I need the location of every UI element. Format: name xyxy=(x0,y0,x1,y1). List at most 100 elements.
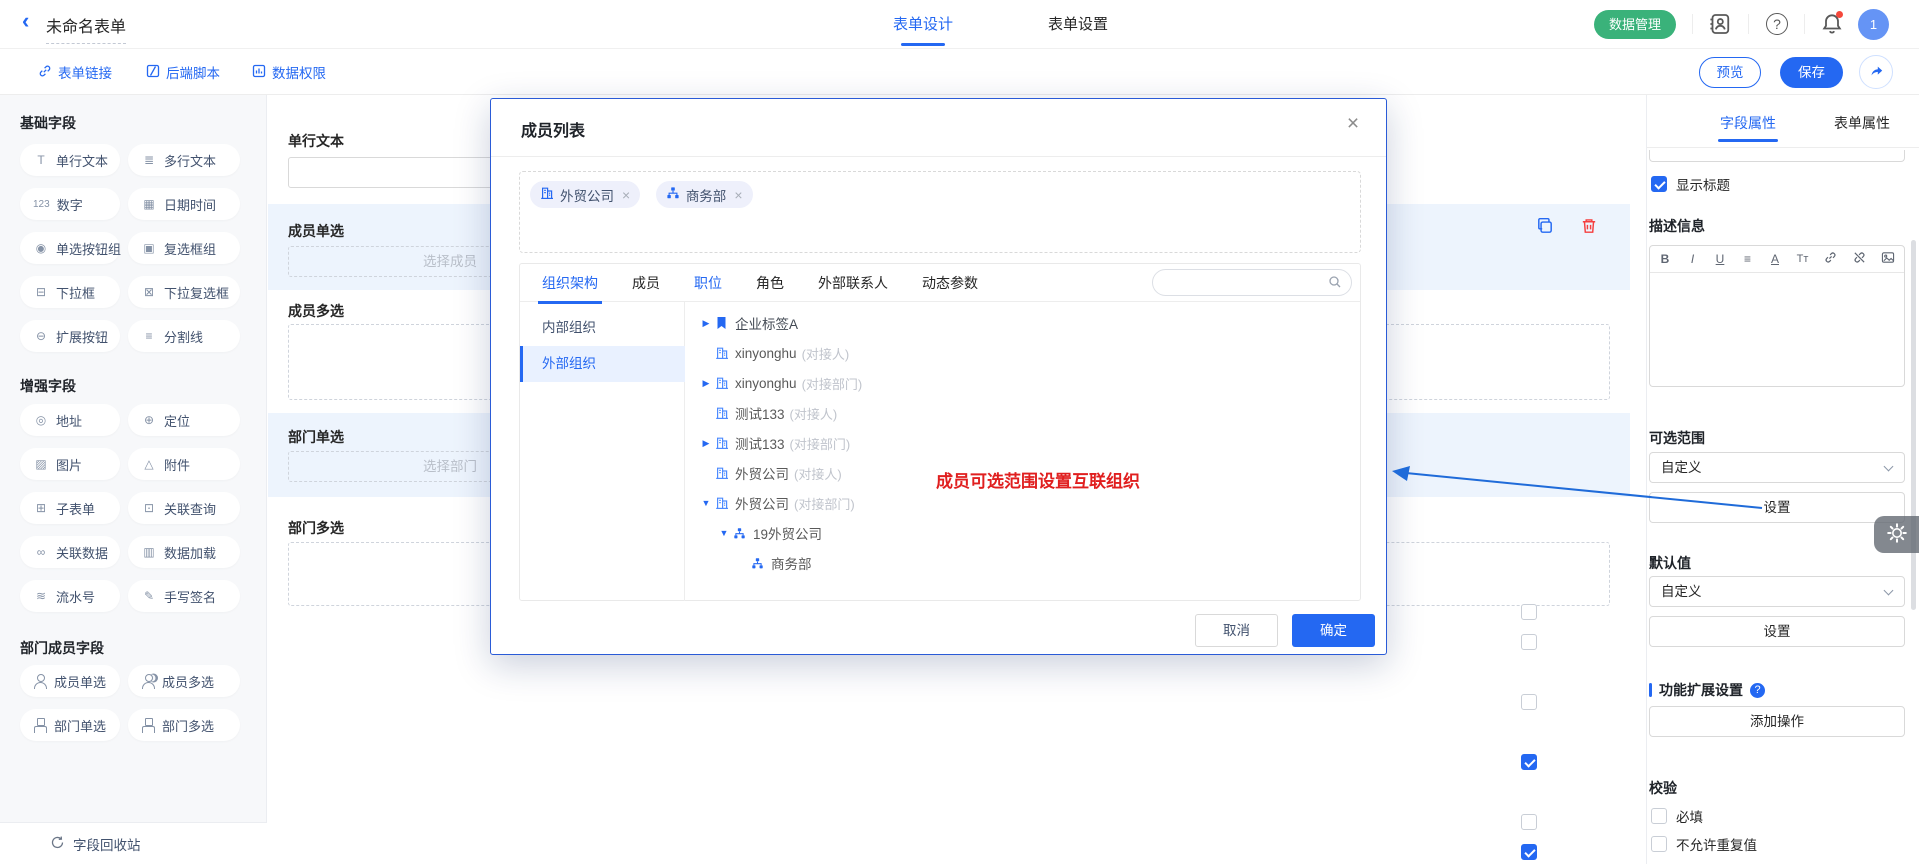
tree-row[interactable]: ▶ 企业标签A xyxy=(685,308,1360,338)
field-item-checkbox-group[interactable]: ▣复选框组 xyxy=(128,232,240,264)
tab-members[interactable]: 成员 xyxy=(632,273,660,293)
back-button[interactable] xyxy=(22,12,40,36)
data-manage-button[interactable]: 数据管理 xyxy=(1594,10,1676,39)
expand-icon[interactable]: ▶ xyxy=(699,438,713,449)
backend-script-button[interactable]: 后端脚本 xyxy=(146,62,220,82)
insert-link-icon[interactable] xyxy=(1824,251,1837,267)
help-icon[interactable] xyxy=(1750,683,1765,698)
field-item-attachment[interactable]: △附件 xyxy=(128,448,240,480)
font-color-icon[interactable]: A xyxy=(1769,252,1781,266)
field-item-dropdown[interactable]: ⊟下拉框 xyxy=(20,276,120,308)
field-item-number[interactable]: 123数字 xyxy=(20,188,120,220)
org-type-external[interactable]: 外部组织 xyxy=(520,346,685,382)
tab-form-design[interactable]: 表单设计 xyxy=(893,13,953,34)
field-item-single-line-text[interactable]: T单行文本 xyxy=(20,144,120,176)
tab-form-settings[interactable]: 表单设置 xyxy=(1048,13,1108,34)
underline-icon[interactable]: U xyxy=(1714,252,1726,266)
range-select[interactable]: 自定义 xyxy=(1649,452,1905,483)
contacts-icon[interactable] xyxy=(1708,12,1732,36)
field-item-extend-button[interactable]: ⊖扩展按钮 xyxy=(20,320,120,352)
insert-image-icon[interactable] xyxy=(1881,251,1895,267)
form-title[interactable]: 未命名表单 xyxy=(46,13,126,44)
field-item-member-multi[interactable]: 成员多选 xyxy=(128,665,240,697)
default-select[interactable]: 自定义 xyxy=(1649,576,1905,607)
tree-checkbox[interactable] xyxy=(1521,844,1537,860)
tab-org-structure[interactable]: 组织架构 xyxy=(542,273,598,293)
tab-position[interactable]: 职位 xyxy=(694,273,722,293)
required-row[interactable]: 必填 xyxy=(1651,806,1703,826)
field-item-member-single[interactable]: 成员单选 xyxy=(20,665,120,697)
cancel-button[interactable]: 取消 xyxy=(1195,614,1278,647)
field-item-relation-query[interactable]: ⊡关联查询 xyxy=(128,492,240,524)
theme-settings-button[interactable] xyxy=(1874,516,1919,553)
field-item-multi-line-text[interactable]: ≣多行文本 xyxy=(128,144,240,176)
field-item-image[interactable]: ▨图片 xyxy=(20,448,120,480)
tab-external-contacts[interactable]: 外部联系人 xyxy=(818,273,888,293)
help-icon[interactable] xyxy=(1766,13,1790,37)
tree-checkbox[interactable] xyxy=(1521,754,1537,770)
field-item-multi-dropdown[interactable]: ⊠下拉复选框 xyxy=(128,276,240,308)
tree-row[interactable]: ▶ xinyonghu (对接部门) xyxy=(685,368,1360,398)
expand-icon[interactable]: ▶ xyxy=(699,378,713,389)
org-type-internal[interactable]: 内部组织 xyxy=(520,310,685,346)
tab-form-properties[interactable]: 表单属性 xyxy=(1834,113,1890,133)
collapse-icon[interactable]: ▼ xyxy=(699,498,713,508)
collapse-icon[interactable]: ▼ xyxy=(717,528,731,538)
field-item-serial-number[interactable]: ≋流水号 xyxy=(20,580,120,612)
tree-checkbox[interactable] xyxy=(1521,634,1537,650)
italic-icon[interactable]: I xyxy=(1687,252,1699,266)
scrollbar-thumb[interactable] xyxy=(1911,240,1916,610)
remove-tag-icon[interactable] xyxy=(622,187,630,203)
field-item-divider[interactable]: ≡分割线 xyxy=(128,320,240,352)
tree-row[interactable]: ▼ 外贸公司 (对接部门) xyxy=(685,488,1360,518)
tab-field-properties[interactable]: 字段属性 xyxy=(1720,113,1776,133)
field-recycle-bin[interactable]: 字段回收站 xyxy=(0,822,267,864)
avatar[interactable]: 1 xyxy=(1858,9,1889,40)
tree-row[interactable]: ▶ 测试133 (对接部门) xyxy=(685,428,1360,458)
tree-row[interactable]: ▼ 19外贸公司 xyxy=(685,518,1360,548)
expand-icon[interactable]: ▶ xyxy=(699,318,713,329)
show-title-checkbox[interactable] xyxy=(1651,176,1667,192)
font-size-icon[interactable]: Tт xyxy=(1797,253,1809,265)
field-item-data-load[interactable]: ▥数据加载 xyxy=(128,536,240,568)
tab-role[interactable]: 角色 xyxy=(756,273,784,293)
tree-row[interactable]: 测试133 (对接人) xyxy=(685,398,1360,428)
default-set-button[interactable]: 设置 xyxy=(1649,616,1905,647)
selected-tag-company[interactable]: 外贸公司 xyxy=(530,181,640,208)
tree-checkbox[interactable] xyxy=(1521,604,1537,620)
field-item-datetime[interactable]: ▦日期时间 xyxy=(128,188,240,220)
data-permission-button[interactable]: 数据权限 xyxy=(252,62,326,82)
range-set-button[interactable]: 设置 xyxy=(1649,492,1905,523)
field-item-radio-group[interactable]: ◉单选按钮组 xyxy=(20,232,120,264)
tree-row[interactable]: xinyonghu (对接人) xyxy=(685,338,1360,368)
tree-checkbox[interactable] xyxy=(1521,814,1537,830)
field-item-relation-data[interactable]: ∞关联数据 xyxy=(20,536,120,568)
show-title-row[interactable]: 显示标题 xyxy=(1651,174,1730,194)
member-search-box[interactable] xyxy=(1152,269,1352,296)
field-item-signature[interactable]: ✎手写签名 xyxy=(128,580,240,612)
remove-link-icon[interactable] xyxy=(1853,251,1866,267)
member-search-input[interactable] xyxy=(1165,272,1325,293)
notification-bell-icon[interactable] xyxy=(1820,12,1844,36)
save-button[interactable]: 保存 xyxy=(1780,57,1843,88)
copy-field-icon[interactable] xyxy=(1536,217,1556,237)
field-item-dept-multi[interactable]: 部门多选 xyxy=(128,709,240,741)
tree-checkbox[interactable] xyxy=(1521,694,1537,710)
field-item-address[interactable]: ◎地址 xyxy=(20,404,120,436)
close-icon[interactable] xyxy=(1340,111,1366,137)
delete-field-icon[interactable] xyxy=(1580,217,1600,237)
field-item-location[interactable]: ⊕定位 xyxy=(128,404,240,436)
align-icon[interactable]: ≡ xyxy=(1742,252,1754,266)
no-duplicate-row[interactable]: 不允许重复值 xyxy=(1651,834,1757,854)
add-action-button[interactable]: 添加操作 xyxy=(1649,706,1905,737)
tab-dynamic-params[interactable]: 动态参数 xyxy=(922,273,978,293)
description-textarea[interactable] xyxy=(1650,273,1904,386)
confirm-button[interactable]: 确定 xyxy=(1292,614,1375,647)
tree-row[interactable]: 商务部 xyxy=(685,548,1360,578)
field-item-subform[interactable]: ⊞子表单 xyxy=(20,492,120,524)
preview-button[interactable]: 预览 xyxy=(1699,57,1761,88)
share-button[interactable] xyxy=(1859,55,1893,89)
bold-icon[interactable]: B xyxy=(1659,252,1671,266)
form-link-button[interactable]: 表单链接 xyxy=(38,62,112,82)
remove-tag-icon[interactable] xyxy=(734,187,742,203)
